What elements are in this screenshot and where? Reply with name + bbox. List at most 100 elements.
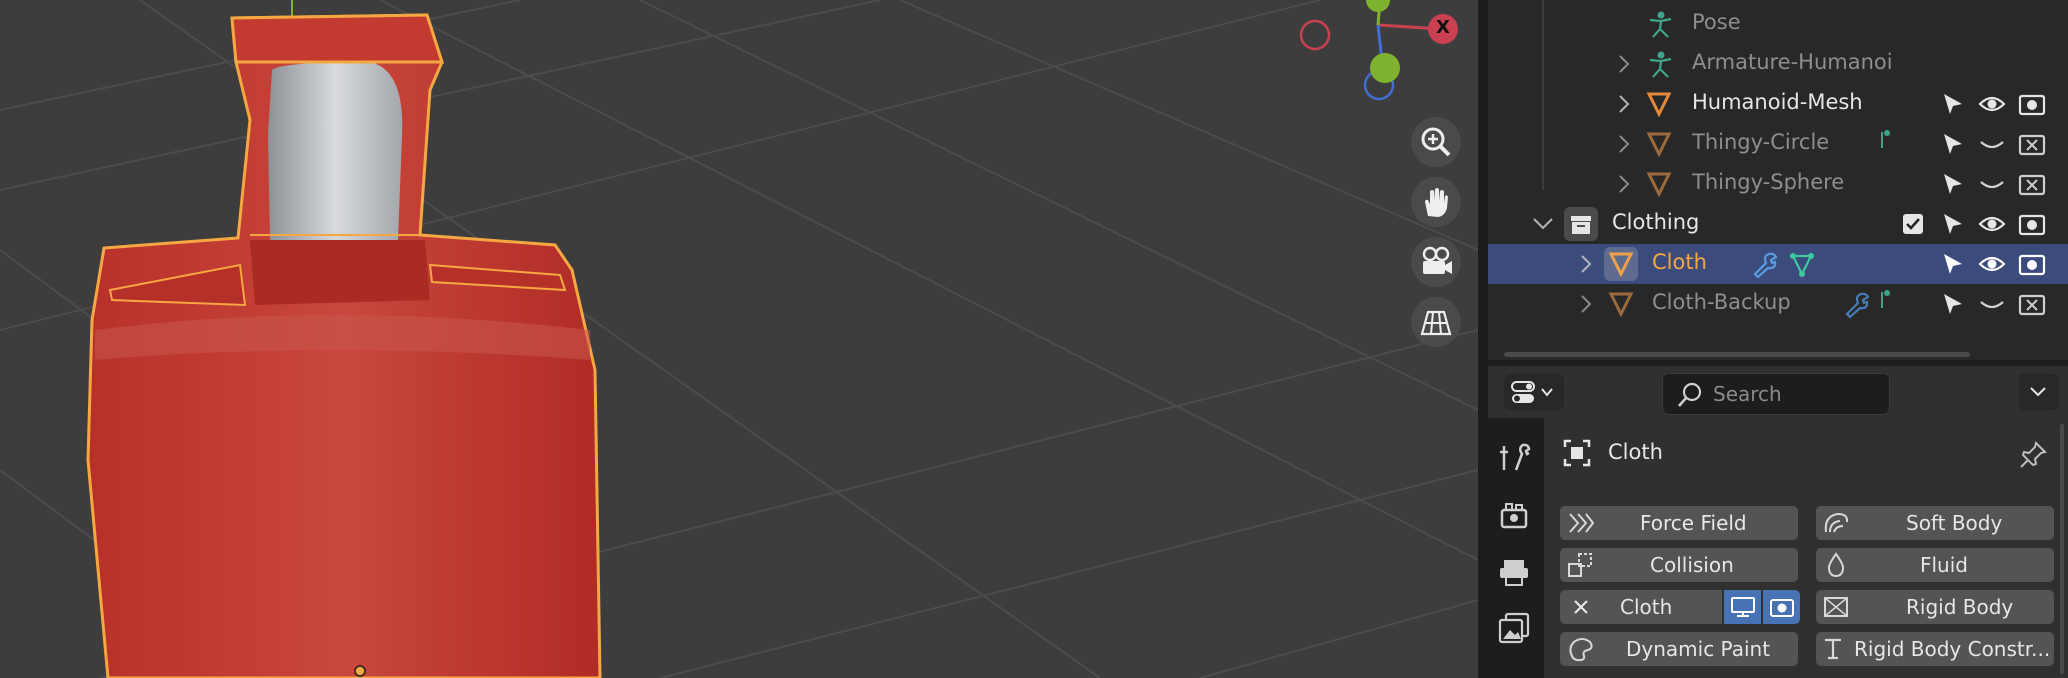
show-render-toggle[interactable] — [1763, 590, 1800, 624]
eye-closed-icon[interactable] — [1978, 172, 2006, 196]
chevron-right-icon[interactable] — [1578, 294, 1594, 314]
render-camera-icon[interactable] — [2018, 92, 2046, 116]
tab-view-layer[interactable] — [1496, 610, 1536, 650]
camera-render-icon — [1770, 599, 1794, 617]
search-input[interactable]: Search — [1662, 373, 1890, 415]
selectable-arrow-icon[interactable] — [1940, 172, 1964, 196]
render-camera-icon[interactable] — [2018, 212, 2046, 236]
navigation-gizmo[interactable] — [1299, 0, 1458, 101]
mesh-icon — [1608, 292, 1634, 317]
properties-editor-icon — [1511, 381, 1553, 403]
options-dropdown[interactable] — [2018, 374, 2058, 410]
properties-scrollbar[interactable] — [2060, 424, 2064, 674]
checkbox-icon[interactable] — [1903, 214, 1923, 234]
render-camera-icon[interactable] — [2018, 252, 2046, 276]
mesh-icon — [1646, 172, 1672, 197]
perspective-toggle-button[interactable] — [1411, 297, 1461, 347]
selectable-arrow-icon[interactable] — [1940, 212, 1964, 236]
soft-body-button[interactable]: Soft Body — [1816, 506, 2054, 540]
render-disabled-icon[interactable] — [2018, 132, 2046, 156]
outliner-label: Pose — [1692, 10, 1741, 34]
selectable-arrow-icon[interactable] — [1940, 292, 1964, 316]
eye-icon[interactable] — [1978, 212, 2006, 236]
outliner-row-armature[interactable]: Armature-Humanoi — [1488, 44, 2068, 84]
outliner-row-clothing[interactable]: Clothing — [1488, 204, 2068, 244]
outliner-row-cloth[interactable]: Cloth — [1488, 244, 2068, 284]
mesh-icon — [1646, 132, 1672, 157]
chevron-down-icon[interactable] — [1532, 214, 1554, 234]
pan-button[interactable] — [1411, 177, 1461, 227]
search-icon — [1678, 382, 1702, 407]
modifier-wrench-icon[interactable] — [1750, 251, 1778, 279]
tab-output[interactable] — [1496, 554, 1536, 594]
modifier-wrench-icon[interactable] — [1842, 291, 1870, 319]
outliner-label: Clothing — [1612, 210, 1700, 234]
search-placeholder: Search — [1713, 382, 1782, 406]
soft-body-icon — [1824, 512, 1849, 533]
outliner[interactable]: Pose Armature-Humanoi Humanoid-Mesh Thin… — [1488, 0, 2068, 360]
rigid-body-button[interactable]: Rigid Body — [1816, 590, 2054, 624]
properties-tabs — [1488, 418, 1544, 678]
outliner-row-pose[interactable]: Pose — [1488, 4, 2068, 44]
view-layer-icon — [1498, 612, 1530, 644]
neg-x-axis-handle[interactable] — [1299, 19, 1331, 51]
mesh-data-icon[interactable] — [1788, 251, 1816, 279]
armature-icon — [1649, 51, 1672, 78]
outliner-label: Cloth-Backup — [1652, 290, 1791, 314]
button-label: Force Field — [1640, 511, 1747, 535]
dynamic-paint-icon — [1569, 638, 1593, 662]
remove-x-icon[interactable] — [1572, 598, 1590, 616]
collection-icon-box — [1564, 207, 1598, 241]
selectable-arrow-icon[interactable] — [1940, 132, 1964, 156]
tab-render[interactable] — [1496, 498, 1536, 538]
outliner-row-thingy-sphere[interactable]: Thingy-Sphere — [1488, 164, 2068, 204]
rigid-body-icon — [1824, 597, 1848, 617]
zoom-icon — [1421, 127, 1451, 157]
output-icon — [1500, 560, 1528, 586]
camera-view-button[interactable] — [1411, 237, 1461, 287]
origin-point — [354, 665, 366, 677]
outliner-row-thingy-circle[interactable]: Thingy-Circle — [1488, 124, 2068, 164]
outliner-horizontal-scrollbar[interactable] — [1504, 352, 1970, 357]
cloth-object[interactable] — [86, 13, 602, 678]
editor-type-dropdown[interactable] — [1504, 374, 1564, 410]
collision-button[interactable]: Collision — [1560, 548, 1798, 582]
dynamic-paint-button[interactable]: Dynamic Paint — [1560, 632, 1798, 666]
button-label: Cloth — [1620, 595, 1673, 619]
render-disabled-icon[interactable] — [2018, 292, 2046, 316]
pin-icon[interactable] — [2018, 440, 2048, 470]
tab-tool[interactable] — [1496, 440, 1536, 480]
outliner-row-humanoid-mesh[interactable]: Humanoid-Mesh — [1488, 84, 2068, 124]
chevron-right-icon[interactable] — [1616, 174, 1632, 194]
selectable-arrow-icon[interactable] — [1940, 252, 1964, 276]
area-separator[interactable] — [1478, 0, 1488, 678]
selectable-arrow-icon[interactable] — [1940, 92, 1964, 116]
chevron-right-icon[interactable] — [1578, 254, 1594, 274]
viewport-scene[interactable] — [0, 0, 1478, 678]
outliner-row-cloth-backup[interactable]: Cloth-Backup — [1488, 284, 2068, 324]
chevron-right-icon[interactable] — [1616, 94, 1632, 114]
outliner-label: Cloth — [1652, 250, 1707, 274]
vertex-group-icon — [1881, 130, 1890, 148]
object-name: Cloth — [1608, 440, 1663, 464]
collision-icon — [1568, 553, 1592, 577]
show-viewport-toggle[interactable] — [1724, 590, 1761, 624]
fluid-button[interactable]: Fluid — [1816, 548, 2054, 582]
button-label: Rigid Body Constr... — [1854, 637, 2051, 661]
chevron-right-icon[interactable] — [1616, 54, 1632, 74]
eye-icon[interactable] — [1978, 252, 2006, 276]
3d-viewport[interactable]: X — [0, 0, 1478, 678]
eye-closed-icon[interactable] — [1978, 292, 2006, 316]
force-field-button[interactable]: Force Field — [1560, 506, 1798, 540]
zoom-button[interactable] — [1411, 117, 1461, 167]
chevron-right-icon[interactable] — [1616, 134, 1632, 154]
rigid-body-constraint-button[interactable]: Rigid Body Constr... — [1816, 632, 2054, 666]
eye-icon[interactable] — [1978, 92, 2006, 116]
eye-closed-icon[interactable] — [1978, 132, 2006, 156]
cloth-button[interactable]: Cloth — [1560, 590, 1722, 624]
y-axis-handle[interactable] — [1370, 53, 1400, 83]
tool-icon — [1500, 443, 1531, 471]
cloth-modifier-group: Cloth — [1560, 590, 1800, 624]
button-label: Soft Body — [1906, 511, 2003, 535]
render-disabled-icon[interactable] — [2018, 172, 2046, 196]
